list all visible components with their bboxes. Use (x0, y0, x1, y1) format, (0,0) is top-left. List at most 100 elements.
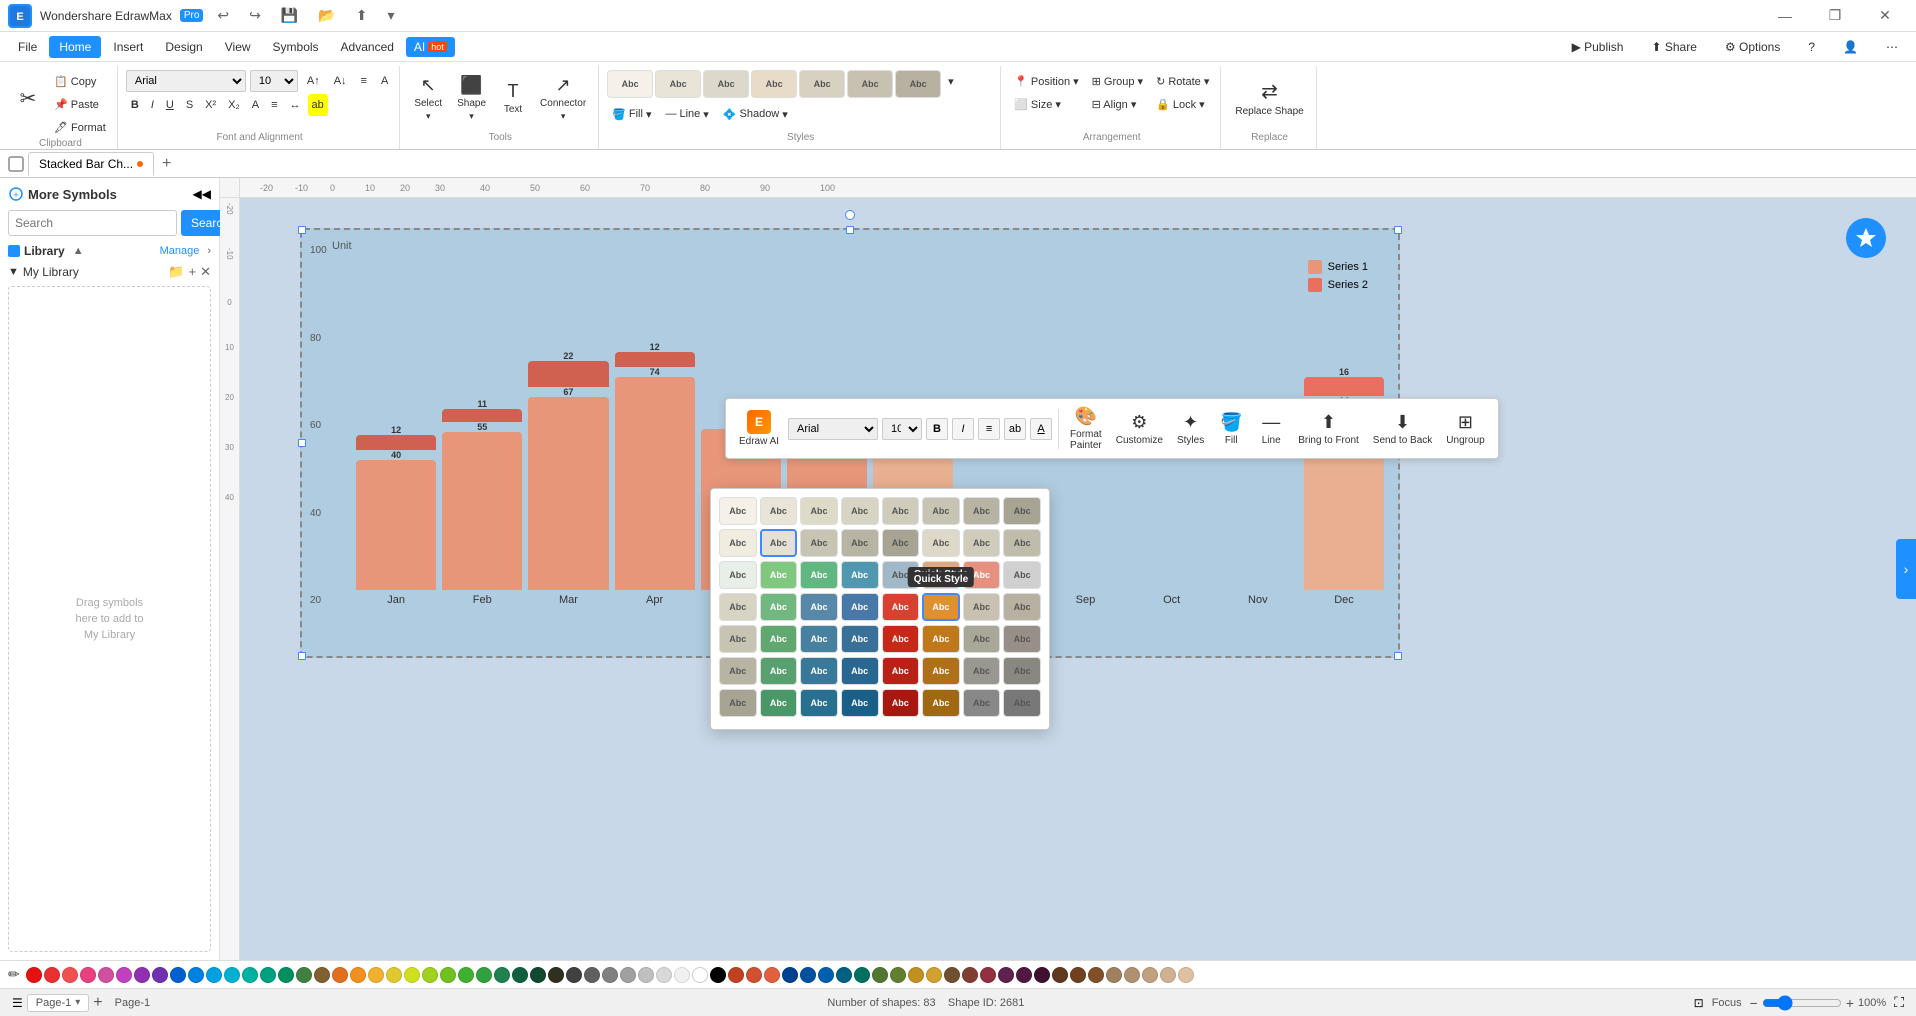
help-button[interactable]: ? (1798, 37, 1825, 57)
qs-1-3[interactable]: Abc (800, 497, 838, 525)
line-float-button[interactable]: — Line (1253, 409, 1289, 449)
add-page-button[interactable]: + (93, 994, 102, 1012)
subscript-button[interactable]: X₂ (223, 94, 245, 116)
fit-button[interactable]: ⊡ (1694, 996, 1704, 1010)
font-family-select[interactable]: Arial (126, 70, 246, 92)
color-gray[interactable] (602, 967, 618, 983)
options-button[interactable]: ⚙ Options (1715, 37, 1790, 57)
color-ext8[interactable] (854, 967, 870, 983)
zoom-in-button[interactable]: + (1846, 995, 1854, 1011)
qs-6-1[interactable]: Abc (719, 657, 757, 685)
qs-1-6[interactable]: Abc (922, 497, 960, 525)
handle-tr[interactable] (1394, 226, 1402, 234)
float-underline-button[interactable]: A (1030, 418, 1052, 440)
font-grow-button[interactable]: A↑ (302, 70, 325, 92)
bar-jan-s1[interactable] (356, 460, 436, 590)
color-ext5[interactable] (800, 967, 816, 983)
tab-stacked-bar[interactable]: Stacked Bar Ch... (28, 152, 154, 176)
qs-7-8[interactable]: Abc (1003, 689, 1041, 717)
color-white[interactable] (692, 967, 708, 983)
italic-button[interactable]: I (146, 94, 159, 116)
qs-5-5[interactable]: Abc (882, 625, 920, 653)
qs-6-3[interactable]: Abc (800, 657, 838, 685)
color-brown2[interactable] (1052, 967, 1068, 983)
color-magenta[interactable] (98, 967, 114, 983)
bar-jan-s2[interactable] (356, 435, 436, 450)
underline-button[interactable]: U (161, 94, 179, 116)
menu-ai[interactable]: AI hot (406, 37, 455, 57)
color-medblue[interactable] (188, 967, 204, 983)
color-ext2[interactable] (746, 967, 762, 983)
menu-design[interactable]: Design (155, 36, 212, 58)
color-ext6[interactable] (818, 967, 834, 983)
float-align-button[interactable]: ≡ (978, 418, 1000, 440)
sidebar-toggle-button[interactable]: ☰ (12, 996, 23, 1010)
color-darkgray1[interactable] (566, 967, 582, 983)
color-olive[interactable] (296, 967, 312, 983)
list-button[interactable]: ≡ (266, 94, 282, 116)
qs-5-8[interactable]: Abc (1003, 625, 1041, 653)
color-brown4[interactable] (1088, 967, 1104, 983)
color-green4[interactable] (494, 967, 510, 983)
color-ext15[interactable] (980, 967, 996, 983)
color-lightgray[interactable] (638, 967, 654, 983)
qs-1-8[interactable]: Abc (1003, 497, 1041, 525)
color-tan3[interactable] (1142, 967, 1158, 983)
bar-mar-s1[interactable] (528, 397, 608, 590)
handle-bl[interactable] (298, 652, 306, 660)
qs-6-4[interactable]: Abc (841, 657, 879, 685)
text-align-button[interactable]: ≡ (356, 70, 372, 92)
qs-1-7[interactable]: Abc (963, 497, 1001, 525)
qs-4-8[interactable]: Abc (1003, 593, 1041, 621)
style-swatch-7[interactable]: Abc (895, 70, 941, 98)
qs-7-3[interactable]: Abc (800, 689, 838, 717)
style-swatch-4[interactable]: Abc (751, 70, 797, 98)
qs-4-7[interactable]: Abc (963, 593, 1001, 621)
undo-button[interactable]: ↩ (211, 5, 235, 26)
color-darkpurple[interactable] (134, 967, 150, 983)
menu-symbols[interactable]: Symbols (263, 36, 329, 58)
text-color-button[interactable]: A (376, 70, 393, 92)
qs-6-8[interactable]: Abc (1003, 657, 1041, 685)
color-tan2[interactable] (1124, 967, 1140, 983)
color-ext10[interactable] (890, 967, 906, 983)
qs-7-5[interactable]: Abc (882, 689, 920, 717)
menu-advanced[interactable]: Advanced (331, 36, 404, 58)
ungroup-button[interactable]: ⊞ Ungroup (1441, 409, 1489, 449)
new-folder-icon[interactable]: 📁 (168, 264, 184, 280)
color-violet[interactable] (152, 967, 168, 983)
strikethrough-button[interactable]: S (181, 94, 198, 116)
color-green3[interactable] (476, 967, 492, 983)
style-swatch-3[interactable]: Abc (703, 70, 749, 98)
qs-2-1[interactable]: Abc (719, 529, 757, 557)
rotate-button[interactable]: ↻ Rotate ▾ (1151, 70, 1214, 92)
styles-more-button[interactable]: ▾ (943, 70, 959, 92)
color-ext16[interactable] (998, 967, 1014, 983)
more-button[interactable]: ▾ (381, 5, 400, 26)
color-lime1[interactable] (422, 967, 438, 983)
qs-3-8[interactable]: Abc (1003, 561, 1041, 589)
page-tab-active[interactable]: Page-1 ▾ (27, 994, 90, 1012)
color-hotpink[interactable] (80, 967, 96, 983)
styles-button[interactable]: ✦ Styles (1172, 409, 1209, 449)
color-black[interactable] (710, 967, 726, 983)
bar-apr-s1[interactable] (615, 377, 695, 590)
color-lime3[interactable] (458, 967, 474, 983)
size-button[interactable]: ⬜ Size ▾ (1009, 93, 1083, 115)
color-darkgray2[interactable] (584, 967, 600, 983)
position-button[interactable]: 📍 Position ▾ (1009, 70, 1083, 92)
handle-ml[interactable] (298, 439, 306, 447)
color-darkgreen[interactable] (512, 967, 528, 983)
float-size-select[interactable]: 10 (882, 418, 922, 440)
qs-6-6[interactable]: Abc (922, 657, 960, 685)
qs-1-2[interactable]: Abc (760, 497, 798, 525)
color-skyblue[interactable] (206, 967, 222, 983)
handle-tm[interactable] (846, 226, 854, 234)
color-red2[interactable] (44, 967, 60, 983)
handle-tl[interactable] (298, 226, 306, 234)
publish-button[interactable]: ▶ Publish (1562, 37, 1634, 57)
color-brown[interactable] (314, 967, 330, 983)
color-ext11[interactable] (908, 967, 924, 983)
send-to-back-button[interactable]: ⬇ Send to Back (1368, 409, 1437, 449)
bar-apr-s2[interactable] (615, 352, 695, 367)
